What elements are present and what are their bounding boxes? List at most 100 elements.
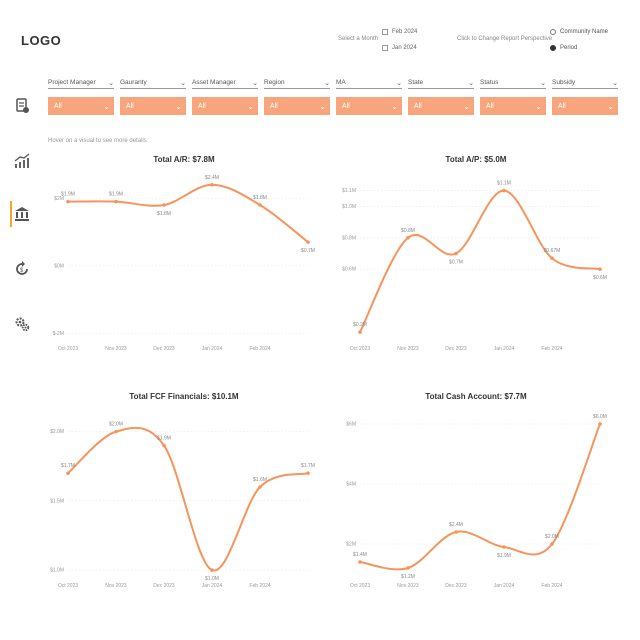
chevron-down-icon[interactable]: ⌄ xyxy=(180,79,186,87)
chevron-down-icon[interactable]: ⌄ xyxy=(535,102,542,111)
filter-header[interactable]: Asset Manager ⌄ xyxy=(192,78,258,89)
filter-subsidy[interactable]: Subsidy ⌄ All ⌄ xyxy=(552,78,618,115)
data-point[interactable] xyxy=(454,251,458,256)
chevron-down-icon[interactable]: ⌄ xyxy=(324,79,330,87)
filter-header[interactable]: Gauranty ⌄ xyxy=(120,78,186,89)
chevron-down-icon[interactable]: ⌄ xyxy=(612,79,618,87)
filter-dropdown[interactable]: All ⌄ xyxy=(552,97,618,115)
filter-region[interactable]: Region ⌄ All ⌄ xyxy=(264,78,330,115)
x-tick-label: Nov 2023 xyxy=(105,346,127,352)
data-point[interactable] xyxy=(598,267,602,272)
filter-dropdown[interactable]: All ⌄ xyxy=(48,97,114,115)
chevron-down-icon[interactable]: ⌄ xyxy=(247,102,254,111)
filter-state[interactable]: State ⌄ All ⌄ xyxy=(408,78,474,115)
filter-gauranty[interactable]: Gauranty ⌄ All ⌄ xyxy=(120,78,186,115)
checkbox-icon[interactable] xyxy=(382,29,388,35)
data-label: $1.9M xyxy=(61,192,75,198)
chevron-down-icon[interactable]: ⌄ xyxy=(468,79,474,87)
data-label: $1.0M xyxy=(205,576,219,582)
data-point[interactable] xyxy=(306,240,310,244)
line-chart-fcf[interactable]: $2.0M $1.5M $1.0M Oct 2023 Nov 2023 Dec 2023 J… xyxy=(48,405,320,595)
filter-dropdown[interactable]: All ⌄ xyxy=(120,97,186,115)
series-line[interactable] xyxy=(67,426,309,572)
data-point[interactable] xyxy=(114,429,118,434)
data-point[interactable] xyxy=(66,199,70,204)
chevron-down-icon[interactable]: ⌄ xyxy=(463,102,470,111)
data-point[interactable] xyxy=(258,203,262,207)
month-option-jan-2024[interactable]: Jan 2024 xyxy=(382,45,417,51)
series-line[interactable] xyxy=(359,423,601,571)
x-tick-label: Feb 2024 xyxy=(249,346,270,352)
filter-value: All xyxy=(54,102,62,110)
month-selector-label: Select a Month xyxy=(338,36,379,42)
refresh-dollar-icon[interactable]: $ xyxy=(14,261,30,277)
data-point[interactable] xyxy=(502,545,506,549)
data-point[interactable] xyxy=(162,443,166,448)
perspective-option-community-name[interactable]: Community Name xyxy=(550,29,608,35)
filter-project-manager[interactable]: Project Manager ⌄ All ⌄ xyxy=(48,78,114,115)
data-point[interactable] xyxy=(598,422,602,426)
series-line[interactable] xyxy=(359,189,601,333)
filter-label: Subsidy xyxy=(552,79,576,86)
data-point[interactable] xyxy=(406,235,410,240)
filter-header[interactable]: State ⌄ xyxy=(408,78,474,89)
filter-dropdown[interactable]: All ⌄ xyxy=(408,97,474,115)
data-point[interactable] xyxy=(550,542,554,546)
settings-gears-icon[interactable] xyxy=(14,316,30,332)
data-point[interactable] xyxy=(550,256,554,261)
chevron-down-icon[interactable]: ⌄ xyxy=(319,102,326,111)
x-tick-label: Oct 2023 xyxy=(58,346,79,352)
line-chart-cash[interactable]: $6M $4M $2M Oct 2023 Nov 2023 Dec 2023 Jan 202… xyxy=(340,405,612,595)
data-point[interactable] xyxy=(114,199,118,204)
data-point[interactable] xyxy=(306,471,310,475)
chevron-down-icon[interactable]: ⌄ xyxy=(252,79,258,87)
filter-header[interactable]: Status ⌄ xyxy=(480,78,546,89)
data-point[interactable] xyxy=(406,566,410,570)
radio-icon[interactable] xyxy=(550,29,556,35)
data-label: $0.7M xyxy=(301,248,315,254)
filter-dropdown[interactable]: All ⌄ xyxy=(192,97,258,115)
data-point[interactable] xyxy=(502,188,506,193)
filter-header[interactable]: MA ⌄ xyxy=(336,78,402,89)
data-point[interactable] xyxy=(66,471,70,475)
chevron-down-icon[interactable]: ⌄ xyxy=(103,102,110,111)
line-chart-ap[interactable]: $1.1M $1.0M $0.8M $0.6M Oct 2023 Nov 2023 Dec … xyxy=(340,168,612,358)
filter-status[interactable]: Status ⌄ All ⌄ xyxy=(480,78,546,115)
chevron-down-icon[interactable]: ⌄ xyxy=(396,79,402,87)
radio-selected-icon[interactable] xyxy=(550,45,556,51)
data-point[interactable] xyxy=(210,568,214,572)
month-option-feb-2024[interactable]: Feb 2024 xyxy=(382,29,417,35)
filter-dropdown[interactable]: All ⌄ xyxy=(264,97,330,115)
filter-header[interactable]: Subsidy ⌄ xyxy=(552,78,618,89)
filter-dropdown[interactable]: All ⌄ xyxy=(480,97,546,115)
data-point[interactable] xyxy=(210,182,214,187)
data-point[interactable] xyxy=(358,330,362,334)
perspective-option-period[interactable]: Period xyxy=(550,45,577,51)
filter-header[interactable]: Region ⌄ xyxy=(264,78,330,89)
chevron-down-icon[interactable]: ⌄ xyxy=(607,102,614,111)
chevron-down-icon[interactable]: ⌄ xyxy=(108,79,114,87)
filter-asset-manager[interactable]: Asset Manager ⌄ All ⌄ xyxy=(192,78,258,115)
data-point[interactable] xyxy=(162,203,166,207)
filter-header[interactable]: Project Manager ⌄ xyxy=(48,78,114,89)
filter-dropdown[interactable]: All ⌄ xyxy=(336,97,402,115)
data-label: $2.0M xyxy=(545,534,559,540)
chevron-down-icon[interactable]: ⌄ xyxy=(391,102,398,111)
chevron-down-icon[interactable]: ⌄ xyxy=(540,79,546,87)
data-label: $0.6M xyxy=(593,275,607,281)
chevron-down-icon[interactable]: ⌄ xyxy=(175,102,182,111)
data-point[interactable] xyxy=(358,560,362,564)
line-chart-ar[interactable]: $2M$0M$-2MOct 2023 Nov 2023 Dec 2023 Jan 20… xyxy=(48,168,320,358)
x-tick-label: Nov 2023 xyxy=(105,583,127,589)
data-label: $1.4M xyxy=(353,552,367,558)
filter-ma[interactable]: MA ⌄ All ⌄ xyxy=(336,78,402,115)
data-point[interactable] xyxy=(258,485,262,489)
series-line[interactable] xyxy=(67,183,309,243)
filter-value: All xyxy=(486,102,494,110)
y-tick-label: $2.0M xyxy=(50,429,64,435)
bank-icon[interactable] xyxy=(14,206,30,222)
report-icon[interactable] xyxy=(14,98,30,114)
data-point[interactable] xyxy=(454,530,458,534)
checkbox-icon[interactable] xyxy=(382,45,388,51)
trend-chart-icon[interactable] xyxy=(14,153,30,169)
